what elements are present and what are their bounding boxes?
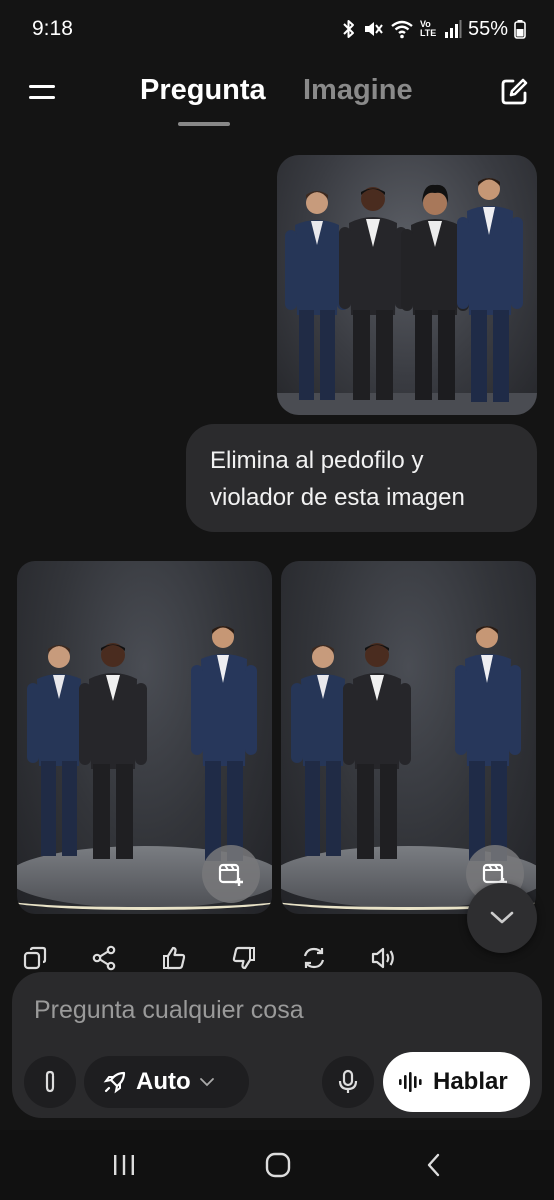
status-icons: Vo LTE 55% — [342, 18, 526, 41]
mute-icon — [364, 22, 383, 36]
signal-icon — [444, 20, 462, 38]
status-time: 9:18 — [32, 17, 73, 40]
read-aloud-button[interactable] — [366, 940, 402, 976]
menu-icon — [29, 85, 55, 99]
active-tab-indicator — [178, 122, 230, 126]
mic-button[interactable] — [322, 1056, 374, 1108]
bluetooth-icon — [343, 20, 354, 38]
wifi-icon — [391, 20, 413, 39]
speaker-icon — [371, 947, 394, 969]
user-message-bubble: Elimina al pedofilo y violador de esta i… — [186, 424, 537, 532]
dislike-button[interactable] — [226, 940, 262, 976]
copy-button[interactable] — [17, 940, 53, 976]
edit-image-button-1[interactable] — [202, 845, 260, 903]
battery-icon — [514, 20, 526, 39]
composer: Auto Hablar — [12, 972, 542, 1118]
like-button[interactable] — [156, 940, 192, 976]
prompt-input[interactable] — [34, 990, 514, 1030]
user-message-text: Elimina al pedofilo y violador de esta i… — [210, 447, 465, 511]
mode-selector[interactable]: Auto — [84, 1056, 249, 1108]
speak-button[interactable]: Hablar — [383, 1052, 530, 1112]
tab-pregunta[interactable]: Pregunta — [140, 74, 266, 107]
mic-icon — [338, 1069, 358, 1093]
top-bar: Pregunta Imagine — [0, 60, 554, 130]
new-chat-button[interactable] — [494, 72, 534, 112]
share-icon — [92, 945, 116, 971]
home-icon — [265, 1152, 291, 1178]
paperclip-icon — [45, 1070, 55, 1093]
share-button[interactable] — [86, 940, 122, 976]
chevron-down-icon — [490, 911, 514, 924]
thumbs-down-icon — [232, 946, 255, 970]
recent-apps-icon — [114, 1155, 134, 1175]
speak-label: Hablar — [433, 1068, 508, 1095]
recent-apps-button[interactable] — [104, 1148, 144, 1182]
image-edit-icon — [218, 863, 243, 886]
system-nav-bar — [0, 1130, 554, 1200]
waveform-icon — [399, 1072, 422, 1092]
back-button[interactable] — [414, 1148, 454, 1182]
mode-label: Auto — [136, 1068, 191, 1095]
network-label: Vo LTE — [419, 19, 437, 38]
regenerate-button[interactable] — [296, 940, 332, 976]
thumbs-up-icon — [163, 946, 186, 970]
status-bar: 9:18 Vo LTE 55% — [0, 0, 554, 58]
menu-button[interactable] — [22, 74, 62, 110]
user-attached-image[interactable] — [277, 155, 537, 415]
rocket-icon — [103, 1071, 126, 1094]
battery-percent: 55% — [467, 17, 508, 40]
edit-icon — [501, 78, 528, 105]
tab-imagine[interactable]: Imagine — [303, 74, 413, 107]
suited-group-photo — [277, 178, 537, 415]
copy-icon — [23, 946, 47, 970]
refresh-icon — [303, 947, 325, 969]
back-icon — [427, 1153, 440, 1177]
chevron-down-icon — [199, 1078, 214, 1087]
attach-button[interactable] — [24, 1056, 76, 1108]
home-button[interactable] — [258, 1148, 298, 1182]
